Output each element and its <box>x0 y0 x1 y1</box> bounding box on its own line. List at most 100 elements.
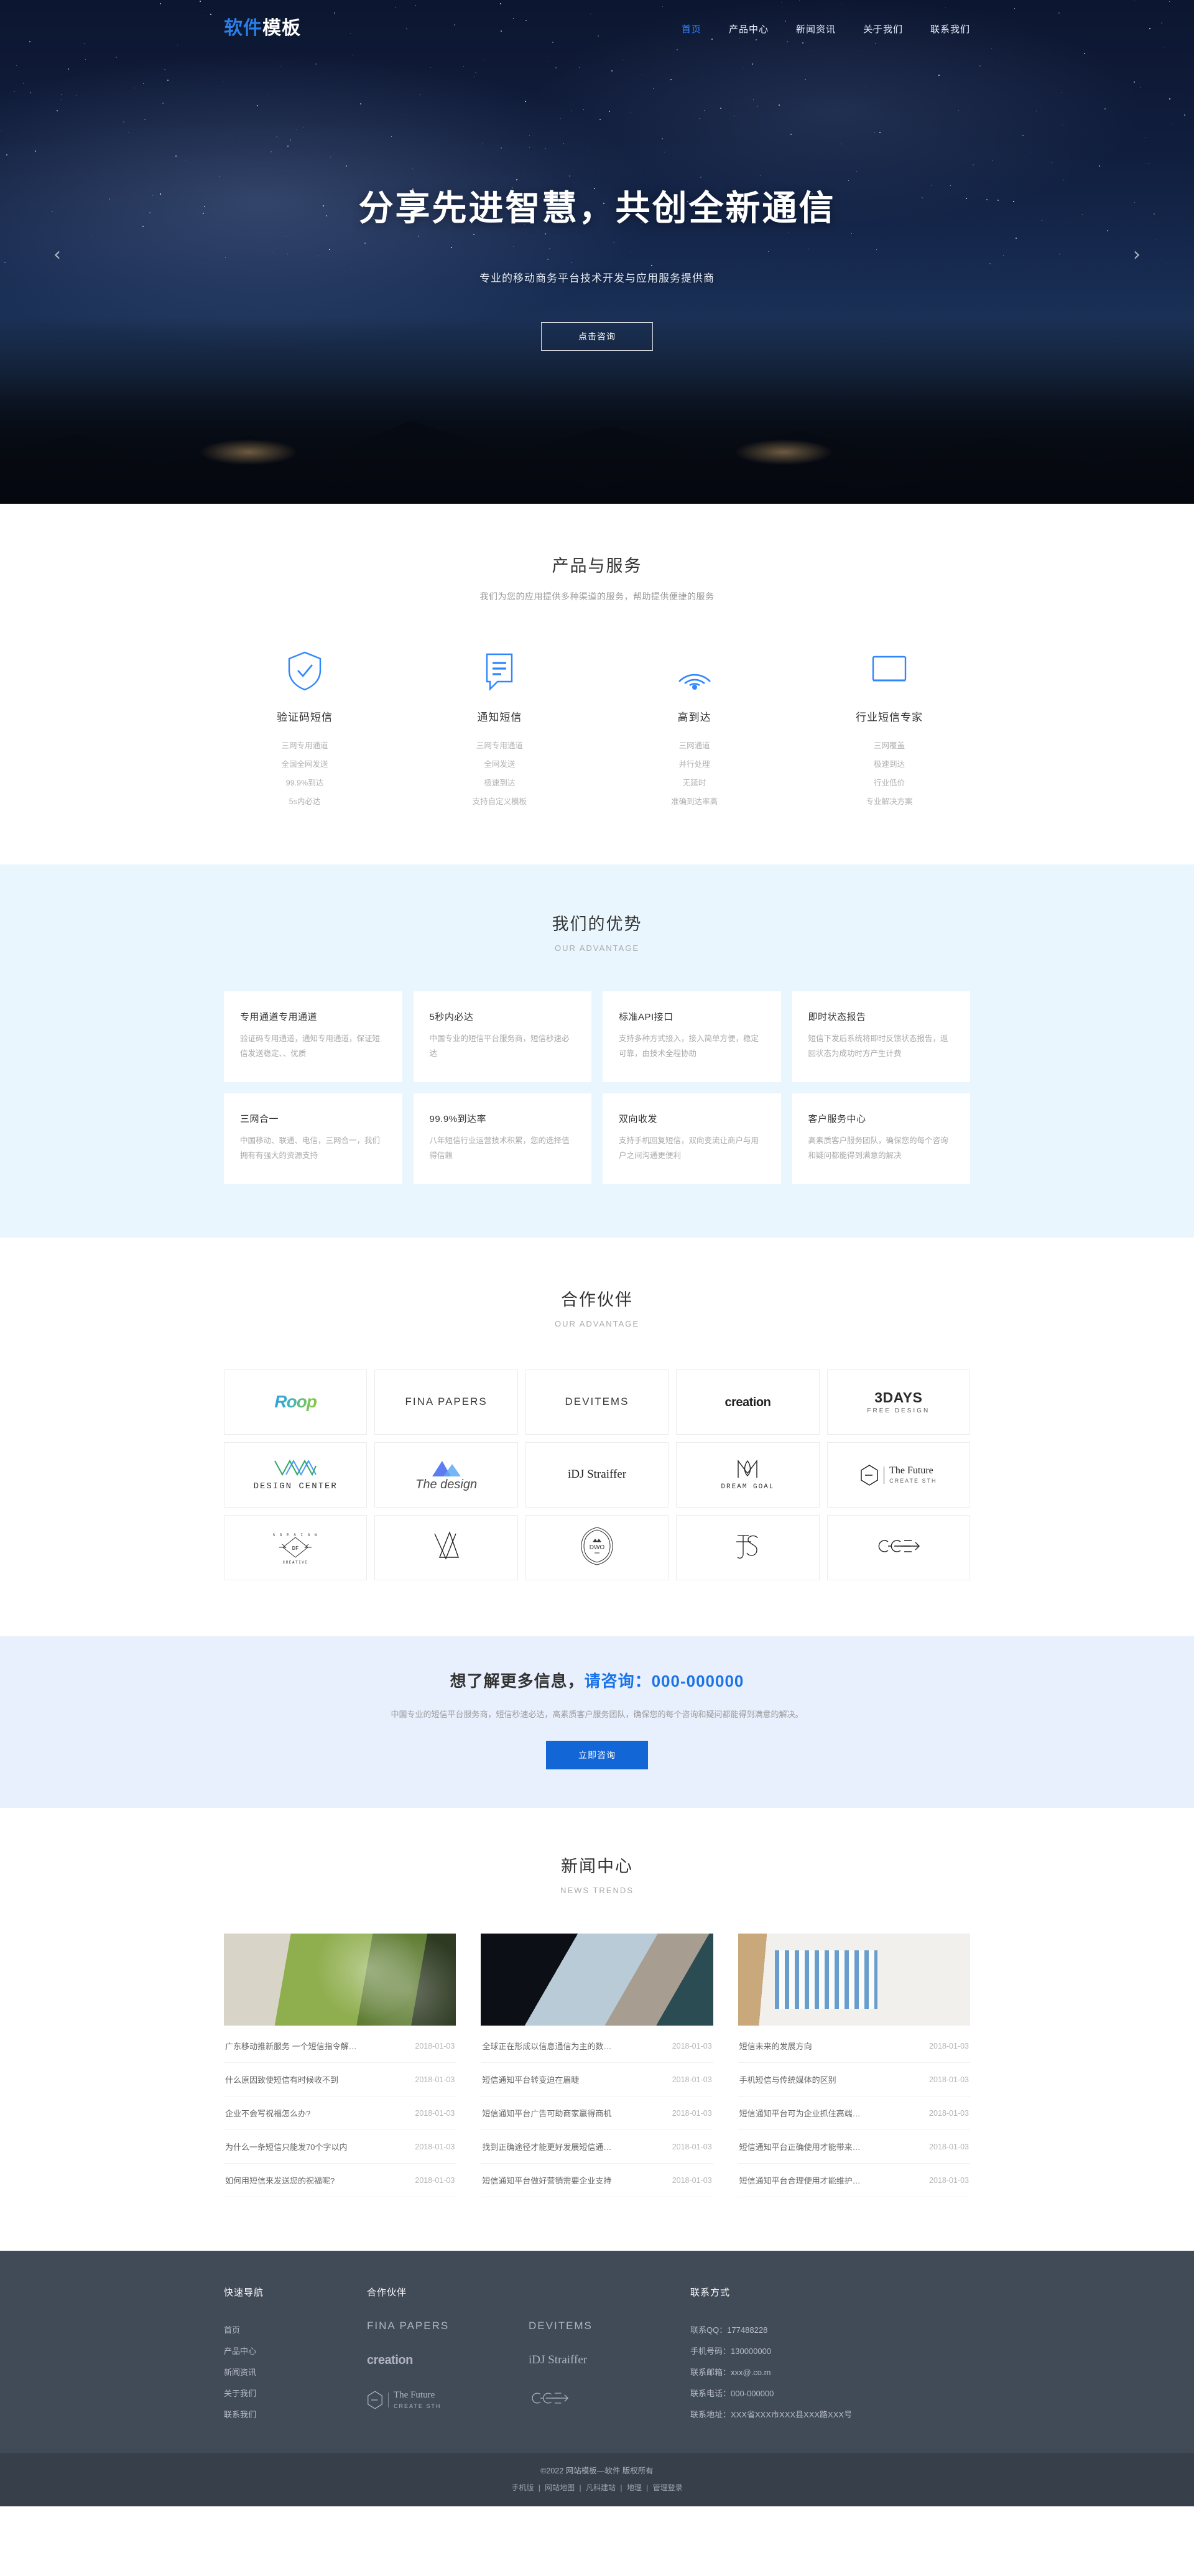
3days-logo-sub: FREE DESIGN <box>867 1407 930 1415</box>
fina-papers-logo: FINA PAPERS <box>405 1396 488 1408</box>
partners-section: 合作伙伴 OUR ADVANTAGE Roop FINA PAPERS DEVI… <box>0 1238 1194 1636</box>
nav-item-news[interactable]: 新闻资讯 <box>796 22 836 35</box>
footer-contact-heading: 联系方式 <box>690 2287 731 2298</box>
nav-item-about[interactable]: 关于我们 <box>863 22 903 35</box>
footer-link-contact[interactable]: 联系我们 <box>224 2404 367 2425</box>
separator: | <box>620 2483 622 2492</box>
nav-item-products[interactable]: 产品中心 <box>729 22 769 35</box>
site-header: 软件模板 首页 产品中心 新闻资讯 关于我们 联系我们 <box>0 0 1194 57</box>
zigzag-icon <box>274 1459 317 1476</box>
news-item[interactable]: 短信通知平台广告可助商家赢得商机 2018-01-03 <box>481 2096 713 2130</box>
partner-logo-card[interactable]: DREAM GOAL <box>676 1442 820 1508</box>
footer-partner-logo[interactable]: iDJ Straiffer <box>529 2353 690 2368</box>
advantage-card[interactable]: 5秒内必达 中国专业的短信平台服务商，短信秒速必达 <box>413 991 591 1082</box>
partner-logo-card[interactable]: 3DAYS FREE DESIGN <box>826 1369 970 1435</box>
news-item[interactable]: 短信未来的发展方向 2018-01-03 <box>738 2029 970 2063</box>
footer-partner-logo[interactable] <box>529 2389 690 2411</box>
partner-logo-card[interactable]: Roop <box>224 1369 368 1435</box>
advantage-card-title: 双向收发 <box>619 1114 658 1124</box>
news-item[interactable]: 短信通知平台合理使用才能维护… 2018-01-03 <box>738 2164 970 2197</box>
product-card[interactable]: 行业短信专家 三网覆盖 极速到达 行业低价 专业解决方案 <box>808 647 970 811</box>
partner-logo-card[interactable]: iDJ Straiffer <box>525 1442 669 1508</box>
footer-partner-logo[interactable]: FINA PAPERS <box>367 2320 529 2332</box>
partner-logo-card[interactable] <box>826 1515 970 1580</box>
footer-link-about[interactable]: 关于我们 <box>224 2383 367 2404</box>
footer-link-products[interactable]: 产品中心 <box>224 2341 367 2362</box>
partner-logo-card[interactable]: DF S D E S I G N CREATIVE <box>224 1515 368 1580</box>
product-card[interactable]: 验证码短信 三网专用通道 全国全网发送 99.9%到达 5s内必达 <box>224 647 386 811</box>
news-item[interactable]: 短信通知平台正确使用才能带来… 2018-01-03 <box>738 2130 970 2164</box>
crest-icon: DWO <box>581 1527 613 1565</box>
advantage-card[interactable]: 即时状态报告 短信下发后系统将即时反馈状态报告，返回状态为成功时方产生计费 <box>792 991 970 1082</box>
partner-logo-card[interactable]: DEVITEMS <box>525 1369 669 1435</box>
news-thumbnail-charts[interactable] <box>738 1934 970 2026</box>
link-builder[interactable]: 凡科建站 <box>586 2483 616 2492</box>
copyright-text: ©2022 网站模板—软件 版权所有 <box>540 2467 654 2475</box>
contact-mobile: 手机号码：130000000 <box>690 2347 772 2356</box>
news-item[interactable]: 广东移动推新服务 一个短信指令解… 2018-01-03 <box>224 2029 456 2063</box>
nav-item-contact[interactable]: 联系我们 <box>930 22 970 35</box>
nav-item-home[interactable]: 首页 <box>682 22 701 35</box>
carousel-next-icon[interactable]: › <box>1133 246 1141 264</box>
svg-text:DWO: DWO <box>590 1544 605 1551</box>
news-item-title: 短信通知平台转变迫在眉睫 <box>482 2075 580 2085</box>
footer-partner-logo[interactable]: creation <box>367 2353 529 2368</box>
partners-grid: Roop FINA PAPERS DEVITEMS creation 3DAYS… <box>224 1369 970 1580</box>
news-list: 广东移动推新服务 一个短信指令解… 2018-01-03 什么原因致使短信有时候… <box>224 2029 456 2197</box>
cta-desc: 中国专业的短信平台服务商，短信秒速必达，高素质客户服务团队，确保您的每个咨询和疑… <box>391 1710 803 1719</box>
link-admin-login[interactable]: 管理登录 <box>653 2483 683 2492</box>
news-item-title: 企业不会写祝福怎么办? <box>225 2109 311 2118</box>
link-mobile-version[interactable]: 手机版 <box>511 2483 534 2492</box>
advantage-card[interactable]: 三网合一 中国移动、联通、电信，三网合一，我们拥有有强大的资源支持 <box>224 1093 402 1184</box>
product-feature: 准确到达率高 <box>671 797 718 806</box>
carousel-prev-icon[interactable]: ‹ <box>53 246 61 264</box>
advantage-card-title: 99.9%到达率 <box>429 1114 487 1124</box>
footer-link-home[interactable]: 首页 <box>224 2320 367 2341</box>
news-item[interactable]: 全球正在形成以信息通信为主的数… 2018-01-03 <box>481 2029 713 2063</box>
link-sitemap[interactable]: 网站地图 <box>545 2483 575 2492</box>
gge-logo <box>876 1536 922 1560</box>
link-region[interactable]: 地理 <box>627 2483 642 2492</box>
footer-partner-logo[interactable]: DEVITEMS <box>529 2320 690 2332</box>
partner-logo-card[interactable] <box>374 1515 518 1580</box>
partner-logo-card[interactable]: DWO <box>525 1515 669 1580</box>
partner-logo-card[interactable]: The design <box>374 1442 518 1508</box>
news-item[interactable]: 短信通知平台做好营销需要企业支持 2018-01-03 <box>481 2164 713 2197</box>
advantage-card-text: 验证码专用通道，通知专用通道，保证短信发送稳定、、优质 <box>240 1034 381 1058</box>
partner-logo-card[interactable]: FINA PAPERS <box>374 1369 518 1435</box>
news-item[interactable]: 什么原因致使短信有时候收不到 2018-01-03 <box>224 2063 456 2096</box>
advantage-card[interactable]: 双向收发 支持手机回复短信，双向变流让商户与用户之间沟通更便利 <box>603 1093 781 1184</box>
partner-logo-card[interactable]: creation <box>676 1369 820 1435</box>
advantage-card[interactable]: 客户服务中心 高素质客户服务团队，确保您的每个咨询和疑问都能得到满意的解决 <box>792 1093 970 1184</box>
cta-consult-button[interactable]: 立即咨询 <box>546 1741 648 1769</box>
advantage-card[interactable]: 标准API接口 支持多种方式接入，接入简单方便，稳定可靠，由技术全程协助 <box>603 991 781 1082</box>
advantage-card[interactable]: 99.9%到达率 八年短信行业运营技术积累，您的选择值得信赖 <box>413 1093 591 1184</box>
gge-arrow-icon <box>878 1540 920 1552</box>
advantage-card-title: 5秒内必达 <box>429 1012 474 1022</box>
footer-contact-block: 联系方式 联系QQ：177488228 手机号码：130000000 联系邮箱：… <box>690 2286 970 2425</box>
news-item[interactable]: 短信通知平台转变迫在眉睫 2018-01-03 <box>481 2063 713 2096</box>
dream-goal-logo-name: DREAM GOAL <box>721 1483 775 1491</box>
news-item-date: 2018-01-03 <box>929 2108 969 2118</box>
news-thumbnail-desk[interactable] <box>481 1934 713 2026</box>
news-item[interactable]: 企业不会写祝福怎么办? 2018-01-03 <box>224 2096 456 2130</box>
product-card[interactable]: 高到达 三网通道 并行处理 无延时 准确到达率高 <box>614 647 775 811</box>
news-item[interactable]: 如何用短信来发送您的祝福呢? 2018-01-03 <box>224 2164 456 2197</box>
news-item[interactable]: 手机短信与传统媒体的区别 2018-01-03 <box>738 2063 970 2096</box>
news-item[interactable]: 找到正确途径才能更好发展短信通… 2018-01-03 <box>481 2130 713 2164</box>
footer-link-news[interactable]: 新闻资讯 <box>224 2362 367 2383</box>
site-logo[interactable]: 软件模板 <box>224 19 301 38</box>
news-item[interactable]: 短信通知平台可为企业抓住高端… 2018-01-03 <box>738 2096 970 2130</box>
advantage-subtitle: OUR ADVANTAGE <box>554 943 640 953</box>
hero-consult-button[interactable]: 点击咨询 <box>541 322 653 351</box>
partner-logo-card[interactable]: The Future CREATE STH <box>826 1442 970 1508</box>
va-logo <box>431 1530 462 1565</box>
partner-logo-card[interactable] <box>676 1515 820 1580</box>
advantage-card[interactable]: 专用通道专用通道 验证码专用通道，通知专用通道，保证短信发送稳定、、优质 <box>224 991 402 1082</box>
news-item-title: 找到正确途径才能更好发展短信通… <box>482 2143 612 2152</box>
product-card[interactable]: 通知短信 三网专用通道 全网发送 极速到达 支持自定义模板 <box>419 647 580 811</box>
partner-logo-card[interactable]: DESIGN CENTER <box>224 1442 368 1508</box>
news-item[interactable]: 为什么一条短信只能发70个字以内 2018-01-03 <box>224 2130 456 2164</box>
news-thumbnail-newspaper[interactable] <box>224 1934 456 2026</box>
footer-partner-logo[interactable]: The Future CREATE STH <box>367 2389 529 2411</box>
